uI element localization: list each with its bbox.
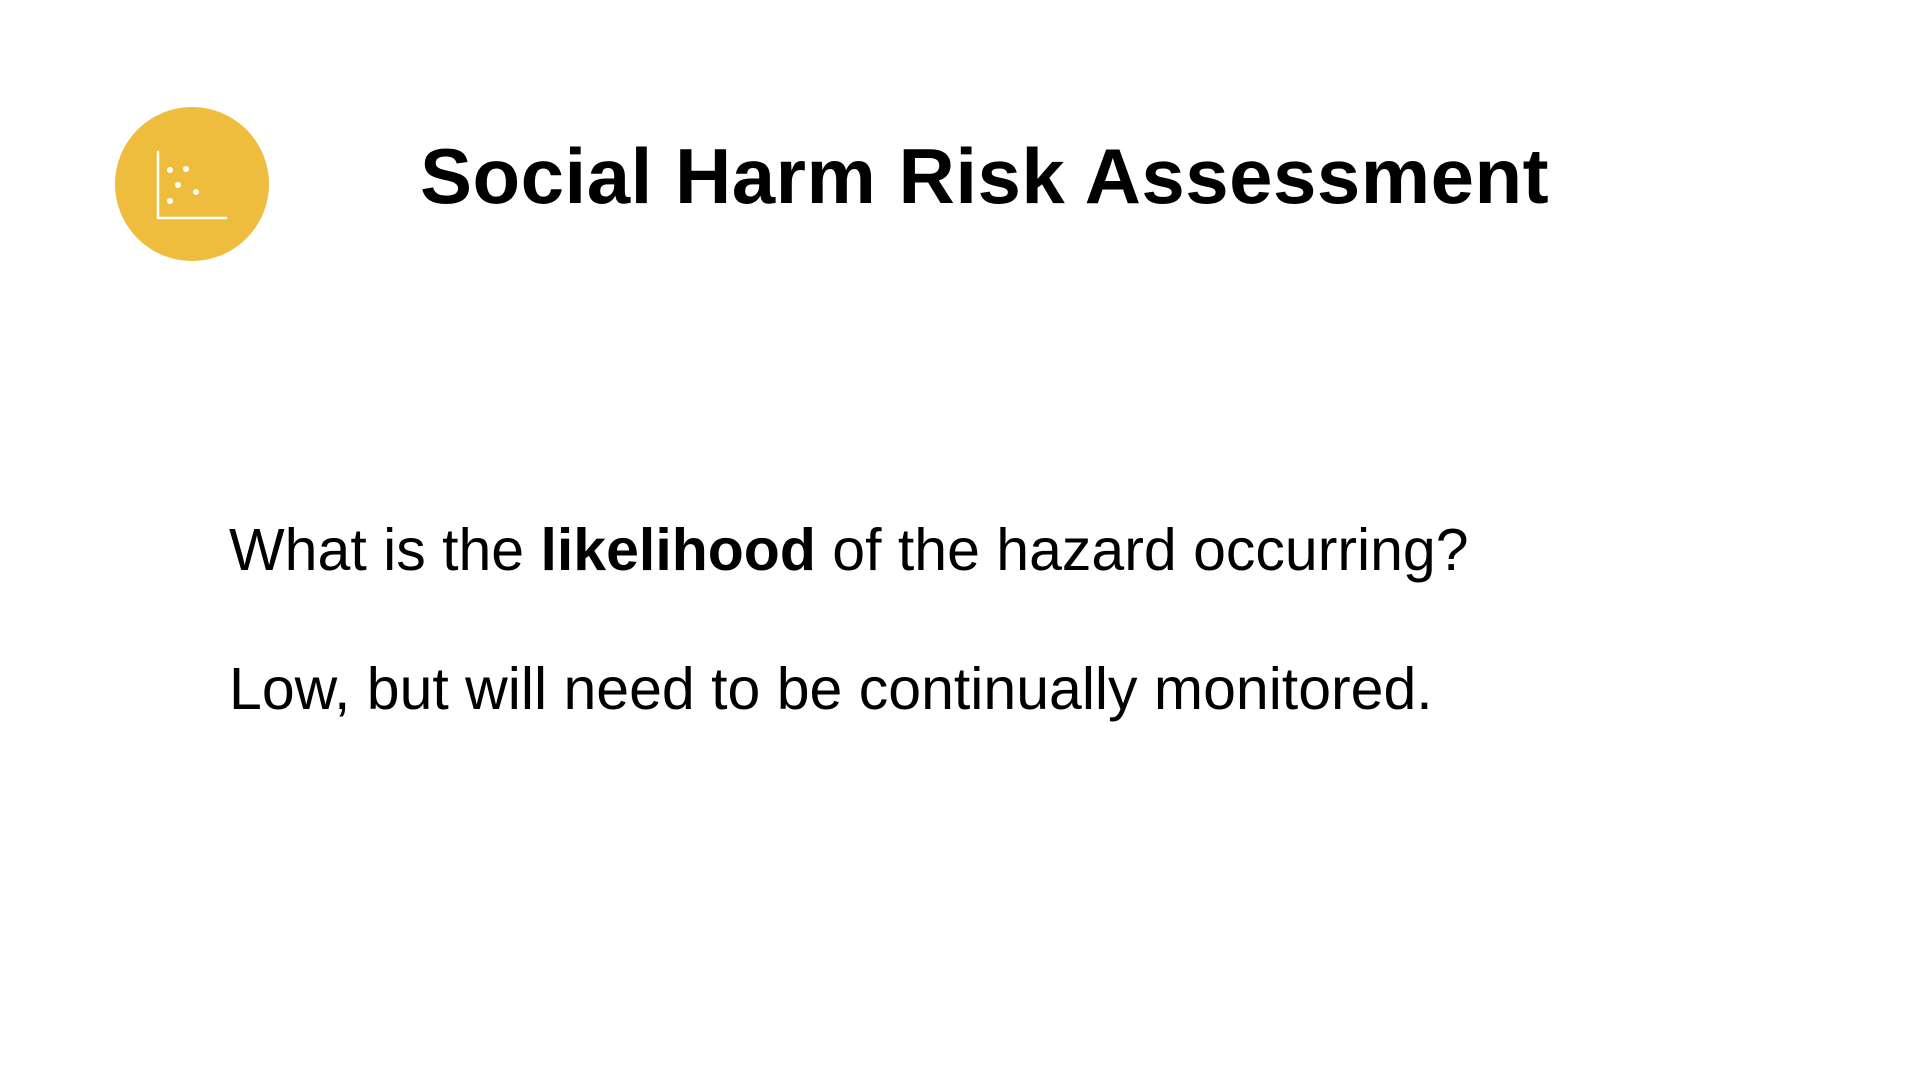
question-prefix: What is the [229,517,541,583]
question-suffix: of the hazard occurring? [815,517,1469,583]
topic-badge [115,107,269,261]
scatter-plot-icon [156,150,228,220]
slide: Social Harm Risk Assessment What is the … [0,0,1920,1080]
question-text: What is the likelihood of the hazard occ… [229,510,1469,590]
question-emphasis: likelihood [540,517,816,583]
answer-text: Low, but will need to be continually mon… [229,656,1433,722]
slide-title: Social Harm Risk Assessment [420,132,1550,220]
